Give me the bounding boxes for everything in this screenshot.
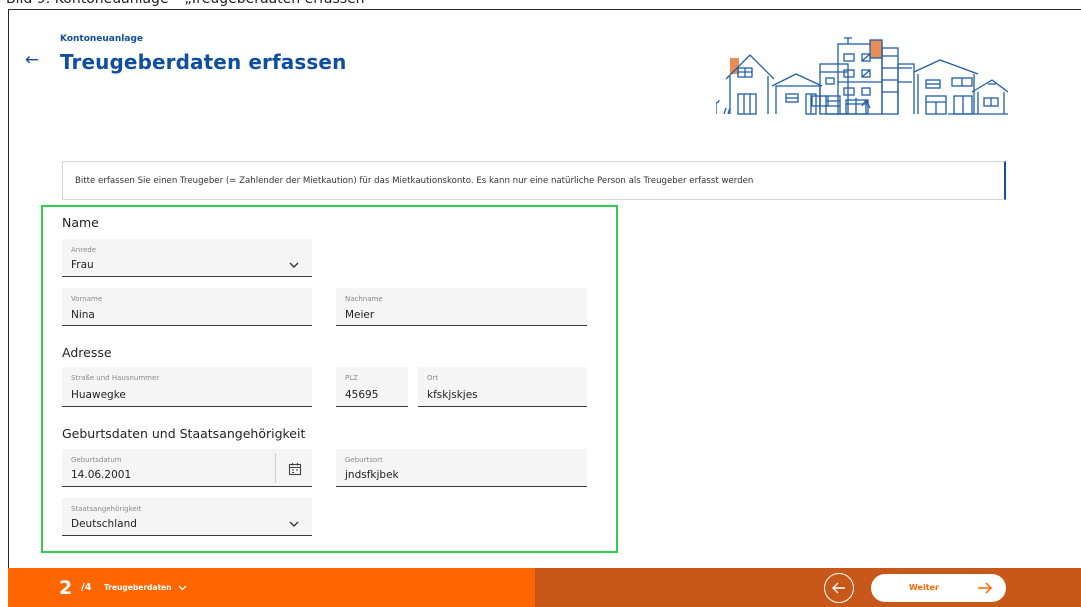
chevron-down-icon (289, 262, 299, 268)
figure-caption: Bild 9: Kontoneuanlage – „Treugeberdaten… (0, 0, 1081, 9)
back-arrow-icon[interactable]: ← (22, 50, 42, 70)
arrow-left-icon (832, 582, 845, 594)
geburtsdatum-label: Geburtsdatum (71, 456, 122, 464)
info-text: Bitte erfassen Sie einen Treugeber (= Za… (75, 176, 754, 186)
nachname-field[interactable]: Nachname Meier (336, 288, 587, 326)
geburtsort-field[interactable]: Geburtsort jndsfkjbek (336, 449, 587, 487)
anrede-value: Frau (71, 259, 94, 271)
chevron-down-icon[interactable] (178, 585, 187, 591)
geburtsort-value: jndsfkjbek (345, 469, 399, 481)
geburtsort-label: Geburtsort (345, 456, 383, 464)
page-title: Treugeberdaten erfassen (60, 50, 347, 74)
strasse-value: Huawegke (71, 389, 126, 401)
nachname-value: Meier (345, 309, 375, 321)
breadcrumb: Kontoneuanlage (60, 34, 143, 44)
previous-step-button[interactable] (824, 573, 854, 603)
staatsangehoerigkeit-value: Deutschland (71, 518, 137, 530)
vorname-value: Nina (71, 309, 95, 321)
info-box: Bitte erfassen Sie einen Treugeber (= Za… (62, 161, 1006, 200)
section-title-name: Name (62, 215, 99, 230)
step-name-dropdown[interactable]: Treugeberdaten (104, 583, 171, 593)
next-button[interactable]: Weiter (871, 574, 1006, 602)
footer-bar: 2 /4 Treugeberdaten Weiter (0, 568, 1081, 607)
step-total: /4 (81, 582, 92, 593)
anrede-select[interactable]: Anrede Frau (62, 239, 312, 277)
next-button-label: Weiter (909, 583, 939, 592)
figure-caption-text: Bild 9: Kontoneuanlage – „Treugeberdaten… (6, 0, 371, 8)
chevron-down-icon (289, 521, 299, 527)
ort-label: Ort (427, 374, 439, 382)
anrede-label: Anrede (71, 246, 97, 254)
section-title-birth: Geburtsdaten und Staatsangehörigkeit (62, 426, 306, 441)
ort-field[interactable]: Ort kfskjskjes (418, 367, 587, 407)
houses-illustration (716, 37, 1008, 115)
plz-label: PLZ (345, 374, 358, 382)
nachname-label: Nachname (345, 295, 383, 303)
staatsangehoerigkeit-label: Staatsangehörigkeit (71, 505, 142, 513)
plz-field[interactable]: PLZ 45695 (336, 367, 408, 407)
staatsangehoerigkeit-select[interactable]: Staatsangehörigkeit Deutschland (62, 498, 312, 536)
step-current: 2 (59, 577, 73, 599)
plz-value: 45695 (345, 389, 379, 401)
geburtsdatum-field[interactable]: Geburtsdatum 14.06.2001 (62, 449, 312, 487)
arrow-right-icon (978, 582, 993, 594)
section-title-address: Adresse (62, 345, 112, 360)
field-divider (275, 453, 276, 483)
vorname-field[interactable]: Vorname Nina (62, 288, 312, 326)
vorname-label: Vorname (71, 295, 103, 303)
strasse-field[interactable]: Straße und Hausnummer Huawegke (62, 367, 312, 407)
strasse-label: Straße und Hausnummer (71, 374, 160, 382)
geburtsdatum-value: 14.06.2001 (71, 469, 132, 481)
ort-value: kfskjskjes (427, 389, 478, 401)
calendar-icon[interactable] (288, 462, 302, 476)
